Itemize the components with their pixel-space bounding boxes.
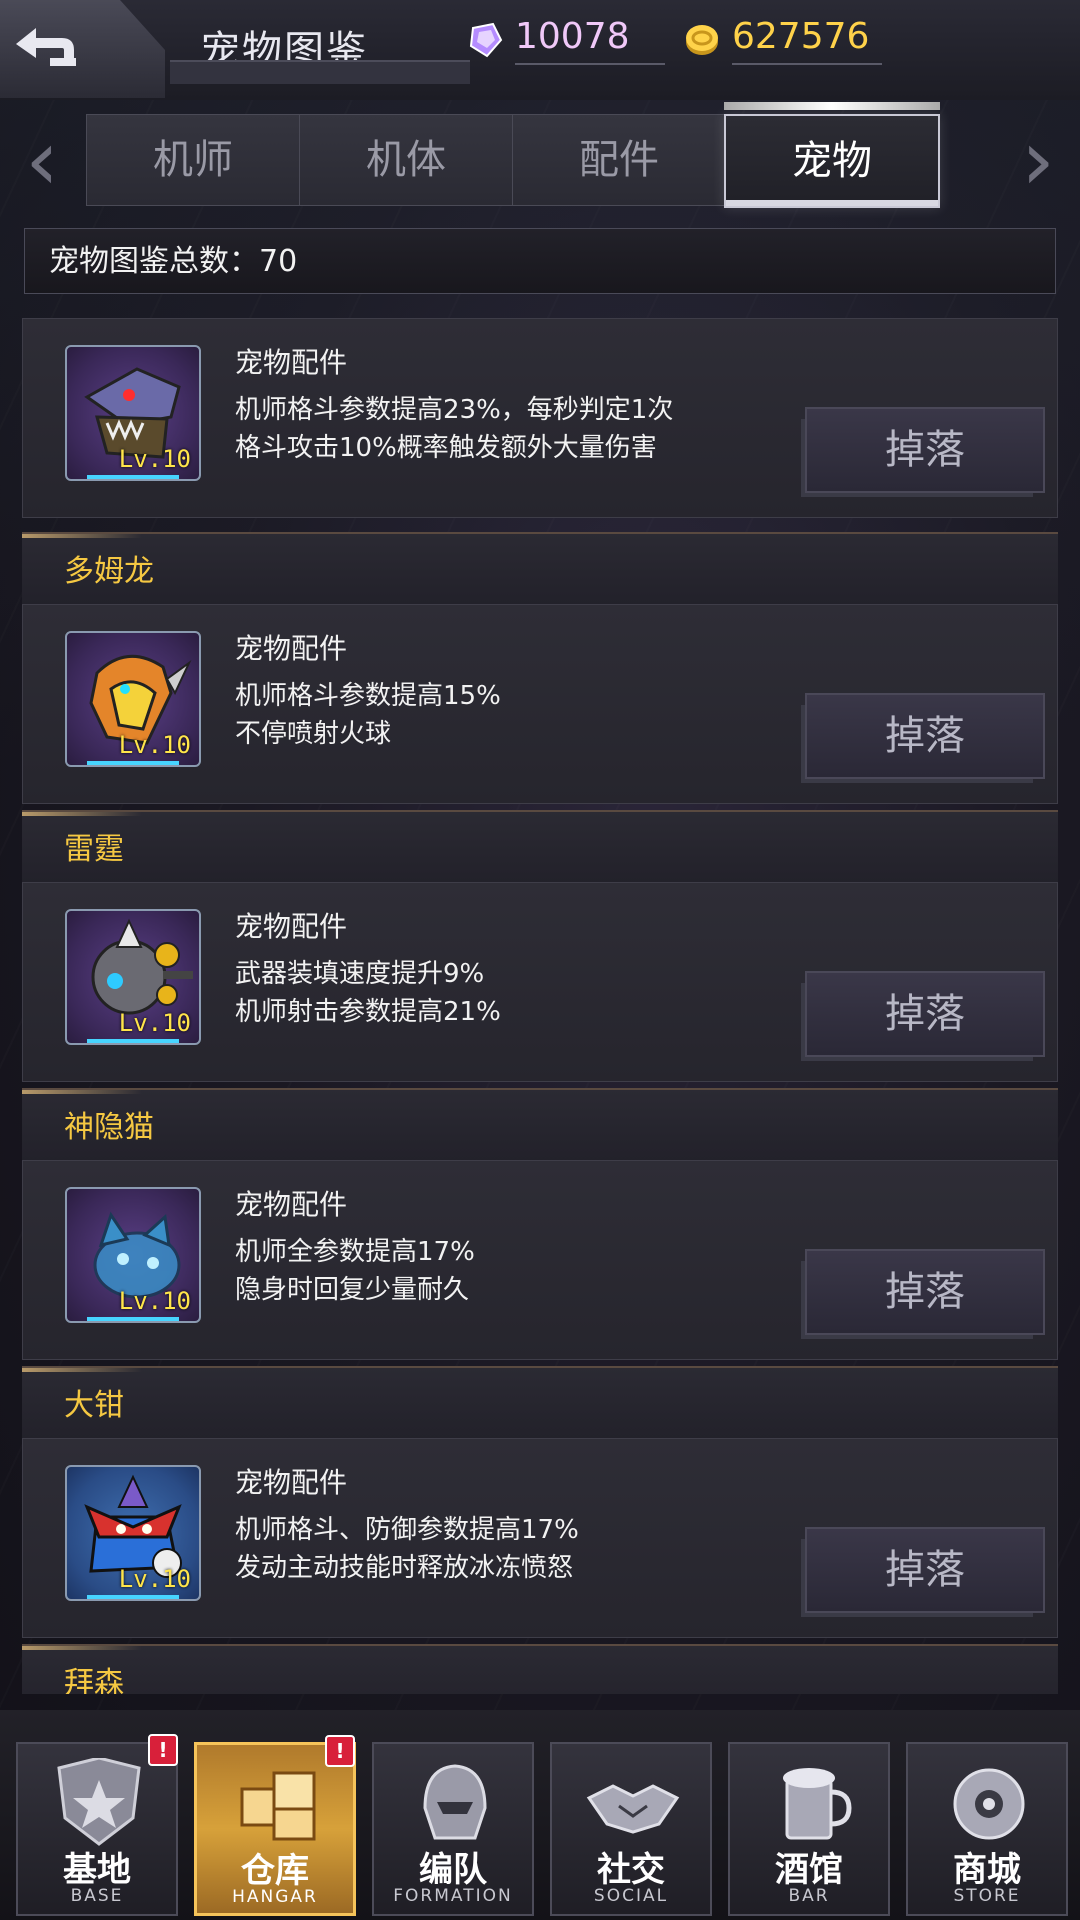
drop-button[interactable]: 掉落	[805, 1527, 1045, 1613]
bottom-navigation: 基地 BASE ! 仓库 HANGAR ! 编队 FORMATION 社交 SO…	[0, 1710, 1080, 1920]
store-orb-icon	[953, 1768, 1025, 1840]
tab-pet[interactable]: 宠物	[724, 102, 940, 208]
claw-robot-icon[interactable]: Lv.10	[65, 1465, 201, 1601]
nav-label: 基地	[63, 1850, 131, 1890]
nav-sublabel: FORMATION	[393, 1886, 513, 1906]
pet-card: Lv.10 宠物配件 机师格斗参数提高23%，每秒判定1次 格斗攻击10%概率触…	[22, 318, 1058, 518]
pet-level: Lv.10	[118, 731, 191, 759]
pet-type: 宠物配件	[235, 346, 348, 379]
hangar-crates-icon	[240, 1771, 316, 1841]
bar-mug-icon	[783, 1768, 852, 1840]
pet-level: Lv.10	[118, 1287, 191, 1315]
tab-prev-arrow-icon[interactable]: ‹	[12, 118, 72, 202]
pet-total-count: 宠物图鉴总数：70	[24, 228, 1056, 294]
gem-counter: 10078	[465, 12, 665, 68]
pet-description: 机师格斗参数提高23%，每秒判定1次 格斗攻击10%概率触发额外大量伤害	[235, 395, 674, 463]
dragon-skull-icon[interactable]: Lv.10	[65, 345, 201, 481]
drop-button[interactable]: 掉落	[805, 1249, 1045, 1335]
pet-name: 拜森	[64, 1666, 124, 1694]
pet-type: 宠物配件	[235, 1466, 348, 1499]
nav-label: 编队	[419, 1850, 487, 1890]
pet-level: Lv.10	[118, 1009, 191, 1037]
pet-name: 多姆龙	[64, 554, 154, 589]
pet-name: 雷霆	[64, 832, 124, 867]
top-bar: 宠物图鉴 10078 627576	[0, 0, 1080, 100]
stealth-cat-icon[interactable]: Lv.10	[65, 1187, 201, 1323]
nav-sublabel: BASE	[70, 1886, 124, 1906]
coin-amount: 627576	[732, 16, 882, 65]
nav-label: 酒馆	[775, 1850, 843, 1890]
alert-badge-icon: !	[325, 1735, 355, 1767]
fire-dragon-icon[interactable]: Lv.10	[65, 631, 201, 767]
pet-card: Lv.10 宠物配件 机师格斗参数提高15% 不停喷射火球 掉落	[22, 604, 1058, 804]
drop-button[interactable]: 掉落	[805, 407, 1045, 493]
nav-sublabel: SOCIAL	[593, 1886, 669, 1906]
nav-label: 商城	[953, 1850, 1021, 1890]
handshake-icon	[586, 1784, 680, 1834]
pet-type: 宠物配件	[235, 1188, 348, 1221]
pet-level: Lv.10	[118, 445, 191, 473]
tab-pilot[interactable]: 机师	[86, 114, 300, 206]
drop-button[interactable]: 掉落	[805, 971, 1045, 1057]
back-button[interactable]	[0, 0, 165, 98]
drop-button[interactable]: 掉落	[805, 693, 1045, 779]
category-tabs: ‹ 机师 机体 配件 宠物 ›	[0, 100, 1080, 212]
robot-drone-icon[interactable]: Lv.10	[65, 909, 201, 1045]
pet-description: 武器装填速度提升9% 机师射击参数提高21%	[235, 959, 501, 1027]
pet-name: 神隐猫	[64, 1110, 154, 1145]
nav-sublabel: BAR	[788, 1886, 830, 1906]
pet-list[interactable]: Lv.10 宠物配件 机师格斗参数提高23%，每秒判定1次 格斗攻击10%概率触…	[22, 312, 1058, 1694]
pet-type: 宠物配件	[235, 910, 348, 943]
nav-formation[interactable]: 编队 FORMATION	[372, 1742, 534, 1916]
pet-description: 机师全参数提高17% 隐身时回复少量耐久	[235, 1237, 475, 1305]
nav-base[interactable]: 基地 BASE !	[16, 1734, 178, 1916]
alert-badge-icon: !	[148, 1734, 178, 1766]
pet-card: Lv.10 宠物配件 机师格斗、防御参数提高17% 发动主动技能时释放冰冻愤怒 …	[22, 1438, 1058, 1638]
pet-description: 机师格斗参数提高15% 不停喷射火球	[235, 681, 501, 749]
pet-card: Lv.10 宠物配件 武器装填速度提升9% 机师射击参数提高21% 掉落	[22, 882, 1058, 1082]
pet-level: Lv.10	[118, 1565, 191, 1593]
pet-type: 宠物配件	[235, 632, 348, 665]
coin-icon	[686, 25, 718, 55]
nav-label: 社交	[597, 1850, 665, 1890]
pet-name-header: 多姆龙	[22, 532, 1058, 606]
nav-sublabel: HANGAR	[232, 1887, 318, 1907]
tab-next-arrow-icon[interactable]: ›	[1008, 118, 1068, 202]
back-arrow-icon	[16, 28, 76, 66]
pet-name: 大钳	[64, 1388, 124, 1423]
nav-label: 仓库	[241, 1851, 309, 1891]
pet-description: 机师格斗、防御参数提高17% 发动主动技能时释放冰冻愤怒	[235, 1515, 579, 1583]
nav-social[interactable]: 社交 SOCIAL	[550, 1742, 712, 1916]
nav-sublabel: STORE	[953, 1886, 1021, 1906]
tab-mech[interactable]: 机体	[299, 114, 513, 206]
pet-name-header: 神隐猫	[22, 1088, 1058, 1162]
header-divider	[170, 60, 470, 84]
nav-hangar[interactable]: 仓库 HANGAR !	[194, 1735, 356, 1916]
pet-name-header: 拜森	[22, 1644, 1058, 1694]
nav-bar[interactable]: 酒馆 BAR	[728, 1742, 890, 1916]
pet-card: Lv.10 宠物配件 机师全参数提高17% 隐身时回复少量耐久 掉落	[22, 1160, 1058, 1360]
tab-parts[interactable]: 配件	[512, 114, 726, 206]
gem-icon	[469, 22, 503, 58]
pet-name-header: 大钳	[22, 1366, 1058, 1440]
nav-store[interactable]: 商城 STORE	[906, 1742, 1068, 1916]
coin-counter: 627576	[682, 12, 882, 68]
formation-helmet-icon	[423, 1764, 487, 1840]
gem-amount: 10078	[515, 16, 665, 65]
base-emblem-icon	[57, 1758, 141, 1846]
pet-name-header: 雷霆	[22, 810, 1058, 884]
